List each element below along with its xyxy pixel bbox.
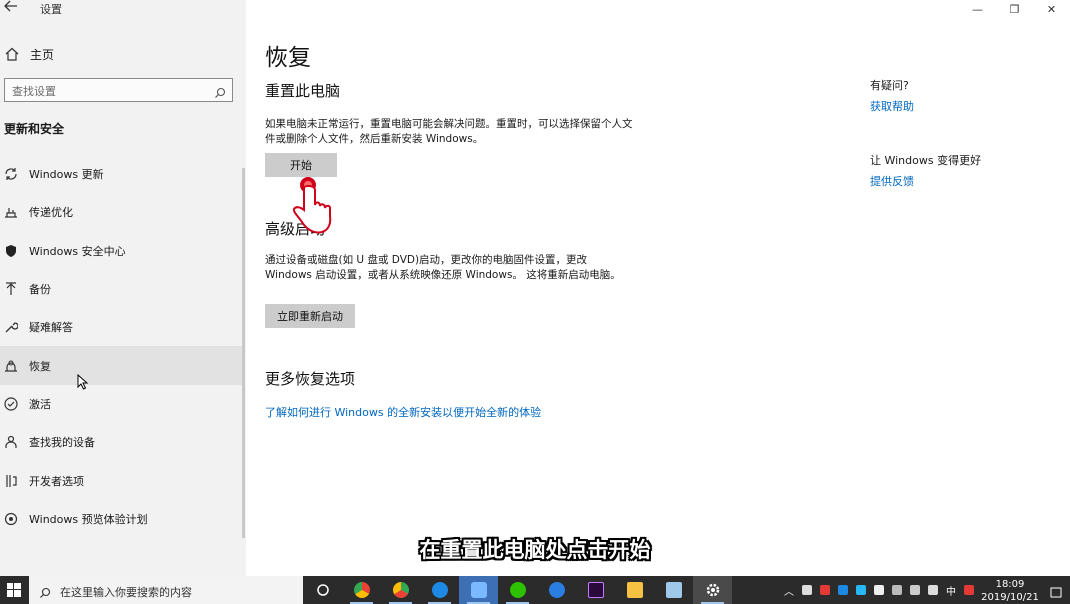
delivery-icon: [4, 205, 18, 219]
reset-description: 如果电脑未正常运行，重置电脑可能会解决问题。重置时，可以选择保留个人文件或删除个…: [265, 118, 633, 145]
get-help-link[interactable]: 获取帮助: [870, 98, 914, 114]
search-icon: [214, 84, 226, 98]
clock-time: 18:09: [995, 579, 1025, 590]
sidebar-item-find-device[interactable]: 查找我的设备: [0, 423, 244, 461]
sidebar-item-recovery[interactable]: 恢复: [0, 346, 244, 385]
window-controls: — ❐ ✕: [959, 0, 1070, 18]
fresh-install-link[interactable]: 了解如何进行 Windows 的全新安装以便开始全新的体验: [265, 404, 541, 420]
home-icon: [4, 46, 20, 62]
advanced-startup-description: 通过设备或磁盘(如 U 盘或 DVD)启动，更改你的电脑固件设置，更改 Wind…: [265, 254, 621, 281]
start-button[interactable]: [0, 576, 28, 604]
more-options-heading: 更多恢复选项: [265, 370, 356, 388]
system-tray: ︿ 中: [780, 576, 978, 604]
battery-icon[interactable]: [892, 585, 902, 595]
sidebar-home[interactable]: 主页: [4, 44, 54, 64]
close-icon[interactable]: ✕: [1033, 0, 1070, 18]
feedback-link[interactable]: 提供反馈: [870, 173, 914, 189]
wrench-icon: [4, 320, 18, 334]
sogou-icon[interactable]: [964, 585, 974, 595]
help-question: 有疑问?: [870, 79, 909, 92]
sidebar-item-delivery[interactable]: 传递优化: [0, 193, 244, 231]
sidebar-item-label: 传递优化: [29, 206, 73, 220]
search-placeholder: 查找设置: [12, 85, 56, 98]
sidebar-item-windows-update[interactable]: Windows 更新: [0, 155, 244, 193]
sidebar-nav: Windows 更新 传递优化 Windows 安全中心 备份 疑难解答 恢复 …: [0, 155, 244, 538]
sidebar-item-security[interactable]: Windows 安全中心: [0, 232, 244, 270]
volume-icon[interactable]: [928, 585, 938, 595]
feishu-icon[interactable]: [459, 576, 498, 604]
improve-windows-text: 让 Windows 变得更好: [870, 154, 982, 167]
reset-heading: 重置此电脑: [265, 82, 341, 100]
windows-logo-icon: [7, 583, 21, 597]
restore-icon[interactable]: ❐: [996, 0, 1033, 18]
sidebar-item-label: 恢复: [29, 359, 51, 373]
back-arrow-icon[interactable]: [4, 0, 22, 16]
sidebar-item-label: Windows 安全中心: [29, 244, 126, 258]
notification-icon[interactable]: [1050, 584, 1062, 598]
clock-date: 2019/10/21: [981, 592, 1039, 603]
sidebar-item-label: 备份: [29, 283, 51, 297]
sidebar-item-label: 疑难解答: [29, 321, 73, 335]
insider-icon: [4, 512, 18, 526]
dev-icon: [4, 474, 18, 488]
page-title: 恢复: [265, 45, 311, 71]
tap-hand-icon: [276, 176, 340, 240]
sidebar-item-activation[interactable]: 激活: [0, 385, 244, 423]
network-icon[interactable]: [910, 585, 920, 595]
edge-icon[interactable]: [420, 576, 459, 604]
shield-icon: [4, 244, 18, 258]
ime-indicator[interactable]: 中: [946, 583, 956, 598]
taskbar-search-input[interactable]: 在这里输入你要搜索的内容: [29, 576, 303, 604]
mic-icon[interactable]: [802, 585, 812, 595]
section-title: 更新和安全: [4, 122, 65, 136]
sidebar-item-troubleshoot[interactable]: 疑难解答: [0, 308, 244, 346]
sidebar-item-label: Windows 预览体验计划: [29, 512, 148, 526]
task-view-icon[interactable]: [303, 576, 342, 604]
recovery-icon: [4, 359, 18, 373]
sidebar-item-label: Windows 更新: [29, 168, 104, 182]
search-icon: [39, 584, 51, 598]
app-tray-icon[interactable]: [838, 585, 848, 595]
app-title: 设置: [40, 3, 62, 16]
chrome-icon[interactable]: [342, 576, 381, 604]
restart-now-button[interactable]: 立即重新启动: [265, 304, 355, 328]
backup-icon: [4, 282, 18, 296]
sidebar-item-label: 激活: [29, 397, 51, 411]
premiere-icon[interactable]: [576, 576, 615, 604]
taskbar-search-placeholder: 在这里输入你要搜索的内容: [60, 586, 192, 599]
taskbar-clock[interactable]: 18:09 2019/10/21: [978, 578, 1042, 604]
person-icon: [4, 435, 18, 449]
main-content: — ❐ ✕ 恢复 重置此电脑 如果电脑未正常运行，重置电脑可能会解决问题。重置时…: [246, 0, 1070, 576]
reset-start-button[interactable]: 开始: [265, 153, 337, 177]
search-input[interactable]: 查找设置: [4, 78, 233, 102]
minimize-icon[interactable]: —: [959, 0, 996, 18]
sidebar-item-backup[interactable]: 备份: [0, 270, 244, 308]
settings-icon[interactable]: [693, 576, 732, 604]
sidebar-item-label: 开发者选项: [29, 474, 84, 488]
check-circle-icon: [4, 397, 18, 411]
wps-icon[interactable]: [537, 576, 576, 604]
taskbar: 在这里输入你要搜索的内容 ︿ 中 18:09 2019/10/21: [0, 576, 1070, 604]
file-explorer-icon[interactable]: [615, 576, 654, 604]
sidebar: 设置 主页 查找设置 更新和安全 Windows 更新 传递优化 Windows…: [0, 0, 246, 576]
sync-icon: [4, 167, 18, 181]
sidebar-item-developer[interactable]: 开发者选项: [0, 461, 244, 499]
home-label: 主页: [30, 47, 55, 62]
chrome-alt-icon[interactable]: [381, 576, 420, 604]
record-icon[interactable]: [820, 585, 830, 595]
chevron-up-icon[interactable]: ︿: [784, 583, 794, 598]
video-subtitle: 在重置此电脑处点击开始: [419, 538, 651, 562]
bird-icon[interactable]: [856, 585, 866, 595]
sidebar-item-insider[interactable]: Windows 预览体验计划: [0, 500, 244, 538]
taskbar-apps: [303, 576, 732, 604]
sidebar-scrollbar[interactable]: [242, 168, 245, 538]
sidebar-item-label: 查找我的设备: [29, 436, 95, 450]
wechat-icon[interactable]: [498, 576, 537, 604]
notepad-icon[interactable]: [654, 576, 693, 604]
wechat-tray-icon[interactable]: [874, 585, 884, 595]
mouse-pointer-icon: [77, 373, 89, 390]
